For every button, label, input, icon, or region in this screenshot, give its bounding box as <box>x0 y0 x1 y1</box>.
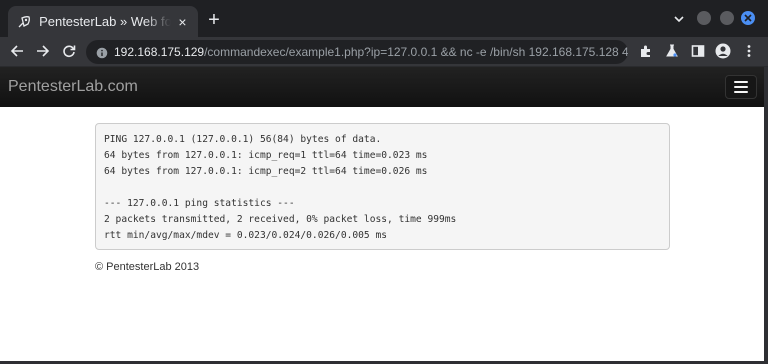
output-line: 2 packets transmitted, 2 received, 0% pa… <box>104 214 457 225</box>
window-edge-right <box>764 67 768 364</box>
page-viewport: PentesterLab.com PING 127.0.0.1 (127.0.0… <box>0 67 768 364</box>
address-bar[interactable]: 192.168.175.129/commandexec/example1.php… <box>86 40 628 64</box>
browser-toolbar: 192.168.175.129/commandexec/example1.php… <box>0 37 768 67</box>
site-info-icon[interactable] <box>96 46 108 59</box>
tab-title: PentesterLab » Web for Pentester <box>39 14 171 29</box>
tab-strip: PentesterLab » Web for Pentester × + <box>0 0 768 37</box>
url-text[interactable]: 192.168.175.129/commandexec/example1.php… <box>114 45 628 59</box>
output-line: 64 bytes from 127.0.0.1: icmp_req=2 ttl=… <box>104 166 428 177</box>
profile-icon[interactable] <box>715 43 731 59</box>
hamburger-bar <box>734 86 748 88</box>
new-tab-button[interactable]: + <box>204 10 224 30</box>
menu-icon[interactable] <box>741 43 757 59</box>
hamburger-bar <box>734 91 748 93</box>
site-navbar: PentesterLab.com <box>0 67 768 107</box>
minimize-button[interactable] <box>697 11 711 25</box>
maximize-button[interactable] <box>720 11 734 25</box>
favicon-icon <box>16 14 31 30</box>
hamburger-icon[interactable] <box>725 75 757 99</box>
url-path: /commandexec/example1.php?ip=127.0.0.1 &… <box>204 45 628 59</box>
command-output: PING 127.0.0.1 (127.0.0.1) 56(84) bytes … <box>95 123 670 250</box>
output-line: PING 127.0.0.1 (127.0.0.1) 56(84) bytes … <box>104 134 382 145</box>
window-close-button[interactable] <box>741 11 755 25</box>
output-line: 64 bytes from 127.0.0.1: icmp_req=1 ttl=… <box>104 150 428 161</box>
forward-icon[interactable] <box>35 43 51 59</box>
brand-link[interactable]: PentesterLab.com <box>8 78 138 96</box>
extensions-icon[interactable] <box>638 43 654 59</box>
back-icon[interactable] <box>9 43 25 59</box>
tab-search-icon[interactable] <box>672 12 686 26</box>
labs-icon[interactable] <box>664 43 680 59</box>
side-panel-icon[interactable] <box>690 43 706 59</box>
browser-tab[interactable]: PentesterLab » Web for Pentester × <box>8 6 198 37</box>
close-icon[interactable]: × <box>175 14 190 30</box>
reload-icon[interactable] <box>61 43 77 59</box>
output-line: --- 127.0.0.1 ping statistics --- <box>104 198 295 209</box>
output-line: rtt min/avg/max/mdev = 0.023/0.024/0.026… <box>104 230 388 241</box>
hamburger-bar <box>734 81 748 83</box>
url-host: 192.168.175.129 <box>114 45 205 59</box>
footer-copyright: © PentesterLab 2013 <box>95 261 200 273</box>
